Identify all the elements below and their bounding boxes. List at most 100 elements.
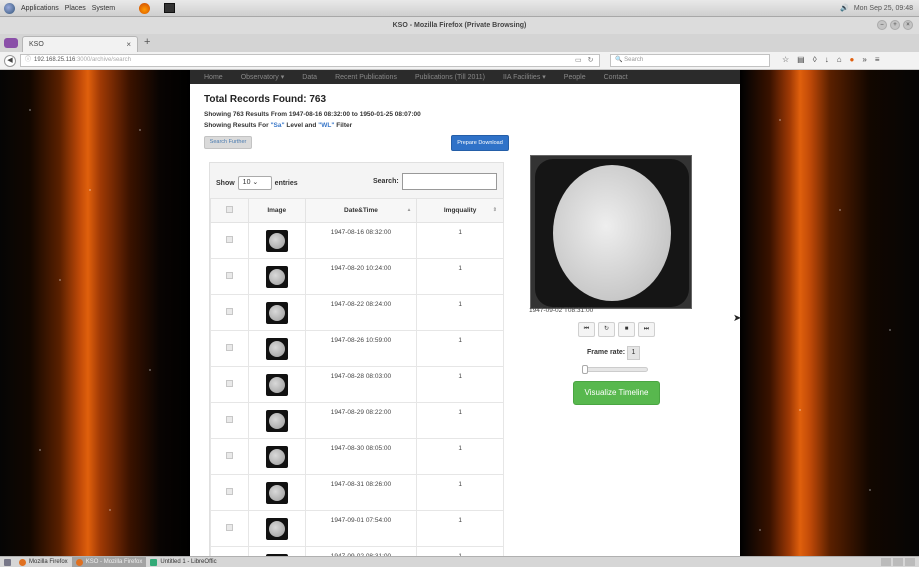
close-window-button[interactable]: × xyxy=(903,20,913,30)
nav-home[interactable]: Home xyxy=(204,74,223,81)
sun-thumbnail[interactable] xyxy=(265,338,288,360)
sun-thumbnail[interactable] xyxy=(265,482,288,504)
skip-back-icon[interactable]: ⏮ xyxy=(578,322,595,337)
places-menu[interactable]: Places xyxy=(65,5,86,12)
stop-icon[interactable]: ■ xyxy=(618,322,635,337)
browser-search-field[interactable]: 🔍 Search xyxy=(610,54,770,67)
row-checkbox[interactable] xyxy=(225,416,233,423)
row-datetime: 1947-08-20 10:24:00 xyxy=(304,258,418,295)
frame-rate-slider[interactable] xyxy=(582,365,648,374)
pocket-icon[interactable]: ◊ xyxy=(813,55,817,64)
reload-icon[interactable]: ↻ xyxy=(588,56,594,64)
workspace-2[interactable] xyxy=(893,558,903,566)
visualize-timeline-button[interactable]: Visualize Timeline xyxy=(573,381,660,405)
minimize-button[interactable]: – xyxy=(877,20,887,30)
row-checkbox[interactable] xyxy=(225,488,233,495)
imgquality-header-label: Imgquality xyxy=(443,207,477,214)
sun-thumbnail[interactable] xyxy=(265,518,288,540)
table-search-input[interactable] xyxy=(402,173,497,190)
datetime-header[interactable]: Date&Time ▴ xyxy=(304,198,418,223)
downloads-icon[interactable]: ↓ xyxy=(825,55,829,64)
sun-thumbnail[interactable] xyxy=(265,374,288,396)
bookmark-star-icon[interactable]: ☆ xyxy=(782,55,789,64)
taskbar-item-kso[interactable]: KSO - Mozilla Firefox xyxy=(71,556,147,567)
row-datetime: 1947-08-22 08:24:00 xyxy=(304,294,418,331)
filter-type: "WL" xyxy=(318,122,335,129)
terminal-launcher-icon[interactable] xyxy=(164,3,176,13)
applications-menu[interactable]: Applications xyxy=(21,5,59,12)
row-datetime: 1947-08-16 08:32:00 xyxy=(304,222,418,259)
row-checkbox[interactable] xyxy=(225,452,233,459)
addon-icon[interactable]: ● xyxy=(850,55,855,64)
mouse-cursor-icon: ➤ xyxy=(733,313,742,324)
workspace-3[interactable] xyxy=(905,558,915,566)
imgquality-header[interactable]: Imgquality ⇕ xyxy=(416,198,504,223)
hamburger-menu-icon[interactable]: ≡ xyxy=(875,55,880,64)
taskbar: Mozilla Firefox KSO - Mozilla Firefox Un… xyxy=(0,556,919,567)
table-header-row: Image Date&Time ▴ Imgquality ⇕ xyxy=(210,198,504,223)
url-bar[interactable]: ⓘ 192.168.25.116:3000/archive/search xyxy=(20,54,600,67)
volume-icon[interactable]: 🔊 xyxy=(840,4,849,12)
taskbar-item-libreoffice[interactable]: Untitled 1 - LibreOffic xyxy=(146,557,220,567)
results-table-panel: Show 10 ⌄ entries Search: Image Date&Tim… xyxy=(209,162,504,556)
row-checkbox[interactable] xyxy=(225,524,233,531)
row-datetime: 1947-08-30 08:05:00 xyxy=(304,438,418,475)
firefox-icon xyxy=(75,558,83,566)
row-datetime: 1947-09-01 07:54:00 xyxy=(304,510,418,547)
table-row: 1947-08-29 08:22:00 1 xyxy=(210,402,504,439)
results-table: Image Date&Time ▴ Imgquality ⇕ 1947-08-16 … xyxy=(210,198,504,556)
workspace-1[interactable] xyxy=(881,558,891,566)
system-top-panel: Applications Places System 🔊 Mon Sep 25,… xyxy=(0,0,919,17)
desktop-icon xyxy=(4,558,11,566)
info-icon[interactable]: ⓘ xyxy=(25,55,31,66)
row-checkbox[interactable] xyxy=(225,236,233,243)
nav-iia-facilities[interactable]: IIA Facilities ▾ xyxy=(503,73,546,81)
nav-publications[interactable]: Publications (Till 2011) xyxy=(415,74,485,81)
distro-logo-icon xyxy=(4,2,15,14)
prepare-download-button[interactable]: Prepare Download xyxy=(451,135,509,151)
nav-observatory[interactable]: Observatory ▾ xyxy=(241,73,285,81)
maximize-button[interactable]: + xyxy=(890,20,900,30)
sun-thumbnail[interactable] xyxy=(265,230,288,252)
nav-recent-publications[interactable]: Recent Publications xyxy=(335,74,397,81)
select-all-checkbox[interactable] xyxy=(225,206,233,213)
overflow-icon[interactable]: » xyxy=(862,55,866,64)
reader-view-icon[interactable]: ▭ xyxy=(575,56,582,64)
show-desktop-button[interactable] xyxy=(0,557,15,567)
clock[interactable]: Mon Sep 25, 09:48 xyxy=(854,5,913,12)
row-checkbox[interactable] xyxy=(225,308,233,315)
library-icon[interactable]: ▤ xyxy=(797,55,805,64)
tab-kso[interactable]: KSO × xyxy=(22,36,138,52)
nav-contact[interactable]: Contact xyxy=(604,74,628,81)
new-tab-button[interactable]: + xyxy=(144,36,150,48)
row-datetime: 1947-08-29 08:22:00 xyxy=(304,402,418,439)
row-checkbox[interactable] xyxy=(225,344,233,351)
nav-people[interactable]: People xyxy=(564,74,586,81)
sun-thumbnail[interactable] xyxy=(265,446,288,468)
home-icon[interactable]: ⌂ xyxy=(837,55,842,64)
filter-suffix: Filter xyxy=(334,122,353,129)
row-checkbox[interactable] xyxy=(225,380,233,387)
close-tab-icon[interactable]: × xyxy=(126,40,131,49)
taskbar-item-firefox[interactable]: Mozilla Firefox xyxy=(15,557,72,567)
search-further-button[interactable]: Search Further xyxy=(204,136,252,149)
table-row: 1947-09-02 08:31:001 xyxy=(210,546,504,556)
solar-image-viewer[interactable] xyxy=(530,155,692,309)
search-placeholder: Search xyxy=(624,57,644,63)
filter-prefix: Showing Results For xyxy=(204,122,271,129)
firefox-launcher-icon[interactable] xyxy=(139,2,151,14)
sun-thumbnail[interactable] xyxy=(265,410,288,432)
system-menu[interactable]: System xyxy=(92,5,115,12)
sun-thumbnail[interactable] xyxy=(265,302,288,324)
nav-data[interactable]: Data xyxy=(302,74,317,81)
select-all-header[interactable] xyxy=(210,198,249,223)
sun-thumbnail[interactable] xyxy=(265,266,288,288)
main-content: Total Records Found: 763 Showing 763 Res… xyxy=(190,84,740,556)
row-checkbox[interactable] xyxy=(225,272,233,279)
back-button[interactable]: ◀ xyxy=(4,54,16,67)
loop-icon[interactable]: ↻ xyxy=(598,322,615,337)
private-browsing-icon xyxy=(4,38,18,48)
slider-handle[interactable] xyxy=(582,365,588,374)
skip-forward-icon[interactable]: ⏭ xyxy=(638,322,655,337)
entries-select[interactable]: 10 ⌄ xyxy=(237,176,272,190)
